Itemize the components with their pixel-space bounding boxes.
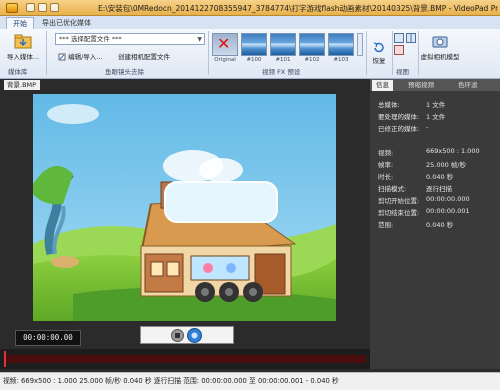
info-row-label: 扫描模式:: [378, 185, 407, 193]
timeline-track[interactable]: [0, 349, 370, 369]
info-row-value: 00:00:00.000: [426, 195, 470, 203]
info-row-label: 帧率:: [378, 161, 394, 169]
info-row: 时长: 0.040 秒: [378, 171, 453, 181]
effect-thumb-original[interactable]: ✕ Original: [212, 33, 238, 63]
info-row-label: 视频:: [378, 149, 394, 157]
camera-icon: [432, 36, 448, 48]
create-profile-button[interactable]: 创建相机配置文件: [118, 51, 170, 61]
ribbon: 导入媒体... 媒体库 *** 选择配置文件 *** ▼ 编辑/导入... 创建…: [0, 29, 500, 79]
info-row: 扫描模式: 逐行扫描: [378, 183, 452, 193]
folder-import-icon: [14, 34, 32, 49]
effect-thumb-101[interactable]: #101: [270, 33, 296, 63]
info-row-value: 1 文件: [426, 101, 446, 109]
tab-export-optimized[interactable]: 导出已优化媒体: [36, 17, 97, 29]
divider: [208, 31, 209, 75]
info-row-value: 25.000 帧/秒: [426, 161, 466, 169]
profile-select[interactable]: *** 选择配置文件 *** ▼: [55, 33, 205, 45]
edit-import-button[interactable]: 编辑/导入...: [58, 51, 102, 61]
info-row-value: 669x500 : 1.000: [426, 147, 480, 155]
timeline-clip: [4, 355, 366, 363]
effect-thumb-label: Original: [214, 57, 236, 63]
app-logo-icon[interactable]: [6, 3, 18, 13]
info-row: 范围: 0.040 秒: [378, 219, 453, 229]
view-compare-icon[interactable]: [394, 45, 404, 55]
save-icon[interactable]: [26, 3, 35, 12]
info-row: 帧率: 25.000 帧/秒: [378, 159, 466, 169]
info-row-label: 已修正的媒体:: [378, 125, 420, 133]
effect-thumb-102[interactable]: #102: [299, 33, 325, 63]
divider: [392, 31, 393, 75]
ribbon-tabs: 开始 导出已优化媒体: [0, 16, 500, 29]
info-row-label: 剪切开始位置:: [378, 197, 420, 205]
info-row: 剪切结束位置: 00:00:00.001: [378, 207, 470, 217]
edit-import-label: 编辑/导入...: [68, 53, 103, 61]
edit-icon: [58, 53, 66, 61]
effect-thumb-103[interactable]: #103: [328, 33, 354, 63]
playhead[interactable]: [4, 351, 6, 367]
divider: [46, 31, 47, 75]
effect-thumb-label: #100: [246, 57, 262, 63]
virtual-camera-label: 虚拟相机模型: [420, 53, 460, 61]
restore-icon: [373, 42, 384, 53]
info-row: 总媒体: 1 文件: [378, 99, 445, 109]
info-row: 视频: 669x500 : 1.000: [378, 147, 480, 157]
lens-group-label: 鱼眼镜头去除: [105, 68, 144, 76]
import-media-label: 导入媒体...: [6, 53, 40, 61]
info-row-value: 1 文件: [426, 113, 446, 121]
info-row: 要处理的媒体: 1 文件: [378, 111, 445, 121]
view-group-label: 视图: [396, 68, 409, 76]
info-row-value: 0.040 秒: [426, 173, 454, 181]
tab-info[interactable]: 信息: [372, 80, 393, 91]
import-media-button[interactable]: 导入媒体...: [5, 33, 41, 61]
status-bar: 视频: 669x500 : 1.000 25.000 帧/秒 0.040 秒 逐…: [0, 372, 500, 390]
virtual-camera-button[interactable]: 虚拟相机模型: [420, 33, 460, 61]
tab-color-wheel[interactable]: 色环滤: [454, 80, 482, 91]
info-row-value: -: [426, 123, 429, 131]
stop-icon[interactable]: [171, 329, 184, 342]
undo-icon[interactable]: [38, 3, 47, 12]
info-row: 已修正的媒体: -: [378, 123, 428, 133]
no-effect-icon: ✕: [217, 34, 231, 53]
info-row-label: 剪切结束位置:: [378, 209, 420, 217]
effect-thumb-100[interactable]: #100: [241, 33, 267, 63]
redo-icon[interactable]: [50, 3, 59, 12]
divider: [418, 31, 419, 75]
view-single-icon[interactable]: [394, 33, 404, 43]
import-group-label: 媒体库: [8, 68, 28, 76]
title-bar: E:\安装包\0MRedocn_2014122708355947_3784774…: [0, 0, 500, 16]
tab-home[interactable]: 开始: [6, 17, 34, 29]
info-panel-tabs: 信息 预缩视频 色环滤: [370, 79, 500, 91]
info-row-value: 逐行扫描: [426, 185, 452, 193]
info-panel: 信息 预缩视频 色环滤 总媒体: 1 文件 要处理的媒体: 1 文件 已修正的媒体:…: [370, 79, 500, 369]
window-title: E:\安装包\0MRedocn_2014122708355947_3784774…: [98, 4, 498, 13]
restore-button[interactable]: 恢复: [368, 41, 390, 65]
info-row-label: 总媒体:: [378, 101, 400, 109]
play-icon[interactable]: [187, 328, 202, 343]
cartoon-house-image: [33, 94, 336, 321]
info-row-label: 范围:: [378, 221, 394, 229]
info-row-value: 00:00:00.001: [426, 207, 470, 215]
preview-file-tab[interactable]: 背景.BMP: [4, 80, 40, 90]
effect-thumb-label: #102: [304, 57, 320, 63]
tab-preview-video[interactable]: 预缩视频: [404, 80, 438, 91]
restore-label: 恢复: [372, 57, 386, 65]
effect-thumb-label: #103: [333, 57, 349, 63]
info-row-label: 时长:: [378, 173, 394, 181]
timecode-display: 00:00:00.00: [15, 330, 81, 346]
gallery-scroll[interactable]: [357, 33, 363, 56]
info-row: 剪切开始位置: 00:00:00.000: [378, 195, 470, 205]
info-row-label: 要处理的媒体:: [378, 113, 420, 121]
create-profile-label: 创建相机配置文件: [118, 53, 170, 61]
effect-group-label: 视频 FX 预设: [262, 68, 301, 76]
chevron-down-icon: ▼: [197, 36, 202, 43]
divider: [366, 31, 367, 75]
transport-controls: [140, 326, 234, 344]
profile-select-value: *** 选择配置文件 ***: [59, 35, 122, 43]
info-row-value: 0.040 秒: [426, 221, 454, 229]
preview-canvas: [33, 94, 336, 321]
effect-thumb-label: #101: [275, 57, 291, 63]
view-split-icon[interactable]: [406, 33, 416, 43]
